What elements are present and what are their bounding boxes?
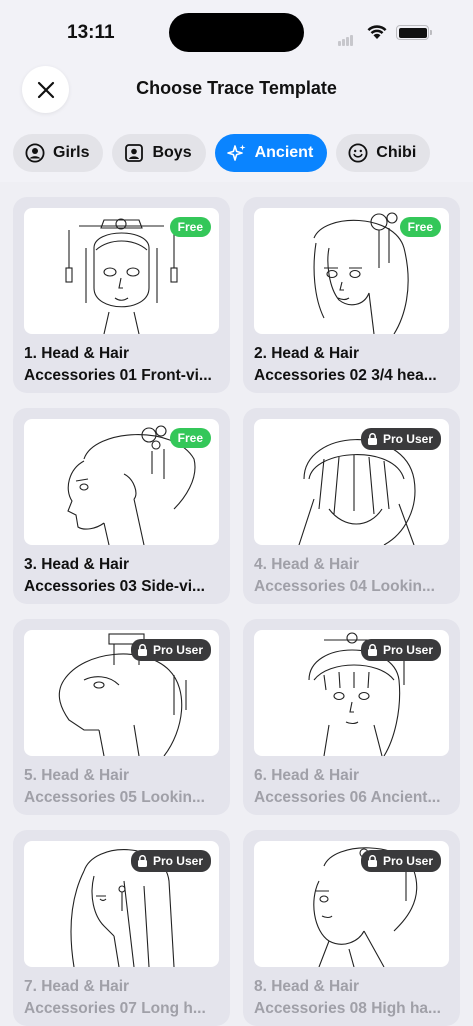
pro-badge: Pro User	[360, 850, 441, 872]
badge-label: Pro User	[382, 643, 433, 657]
person-circle-icon	[25, 143, 45, 163]
template-card[interactable]: Pro User 6. Head & Hair Accessories 06 Anc…	[243, 619, 460, 815]
template-title-line2: Accessories 01 Front-vi...	[24, 367, 212, 384]
tab-ancient[interactable]: Ancient	[214, 134, 328, 172]
page-title: Choose Trace Template	[136, 78, 337, 98]
smiley-icon	[348, 143, 368, 163]
template-title: 8. Head & Hair Accessories 08 High ha...	[254, 976, 454, 1020]
header-area: 13:11 Choose Trace Template Girls Boys A…	[0, 0, 473, 182]
template-thumbnail: Free	[254, 208, 449, 334]
template-thumbnail: Pro User	[24, 841, 219, 967]
pro-badge: Pro User	[130, 850, 211, 872]
tab-label: Chibi	[376, 144, 417, 161]
template-title-line1: 3. Head & Hair	[24, 556, 130, 573]
badge-label: Pro User	[382, 854, 433, 868]
pro-badge: Pro User	[130, 639, 211, 661]
lock-icon	[137, 855, 147, 867]
battery-icon	[396, 25, 432, 40]
template-title: 1. Head & Hair Accessories 01 Front-vi...	[24, 343, 224, 387]
status-bar: 13:11	[0, 0, 473, 60]
status-time: 13:11	[67, 22, 115, 43]
template-title: 7. Head & Hair Accessories 07 Long h...	[24, 976, 224, 1020]
template-title: 5. Head & Hair Accessories 05 Lookin...	[24, 765, 224, 809]
template-title: 4. Head & Hair Accessories 04 Lookin...	[254, 554, 454, 598]
pro-badge: Pro User	[360, 639, 441, 661]
template-thumbnail: Free	[24, 208, 219, 334]
lock-icon	[367, 433, 377, 445]
badge-label: Free	[407, 220, 433, 234]
tab-girls[interactable]: Girls	[13, 134, 104, 172]
cellular-signal-icon	[338, 28, 354, 46]
template-title: 3. Head & Hair Accessories 03 Side-vi...	[24, 554, 224, 598]
template-card[interactable]: Free 1. Head & Hair Accessories 01 Front-v…	[13, 197, 230, 393]
template-card[interactable]: Pro User 5. Head & Hair Accessories 05 Loo…	[13, 619, 230, 815]
template-title-line1: 8. Head & Hair	[254, 978, 360, 995]
template-thumbnail: Pro User	[254, 841, 449, 967]
free-badge: Free	[169, 217, 211, 237]
wifi-icon	[366, 24, 388, 45]
category-tabs: Girls Boys Ancient Chibi	[13, 134, 431, 172]
template-thumbnail: Pro User	[254, 630, 449, 756]
template-title-line1: 4. Head & Hair	[254, 556, 360, 573]
template-title-line2: Accessories 05 Lookin...	[24, 789, 205, 806]
free-badge: Free	[399, 217, 441, 237]
template-title: 6. Head & Hair Accessories 06 Ancient...	[254, 765, 454, 809]
template-title-line1: 7. Head & Hair	[24, 978, 130, 995]
template-title-line1: 5. Head & Hair	[24, 767, 130, 784]
dynamic-island	[169, 13, 304, 52]
template-title-line1: 2. Head & Hair	[254, 345, 360, 362]
tab-label: Boys	[152, 144, 192, 161]
template-title-line1: 6. Head & Hair	[254, 767, 360, 784]
lock-icon	[137, 644, 147, 656]
badge-label: Pro User	[152, 643, 203, 657]
lock-icon	[367, 644, 377, 656]
template-title-line2: Accessories 06 Ancient...	[254, 789, 441, 806]
person-square-icon	[124, 143, 144, 163]
template-title-line2: Accessories 03 Side-vi...	[24, 578, 205, 595]
template-title-line2: Accessories 08 High ha...	[254, 1000, 441, 1017]
tab-boys[interactable]: Boys	[112, 134, 206, 172]
template-card[interactable]: Pro User 4. Head & Hair Accessories 04 Loo…	[243, 408, 460, 604]
template-thumbnail: Pro User	[24, 630, 219, 756]
free-badge: Free	[169, 428, 211, 448]
pro-badge: Pro User	[360, 428, 441, 450]
template-title-line2: Accessories 02 3/4 hea...	[254, 367, 437, 384]
badge-label: Pro User	[152, 854, 203, 868]
template-card[interactable]: Free 3. Head & Hair Accessories 03 Side-vi…	[13, 408, 230, 604]
lock-icon	[367, 855, 377, 867]
badge-label: Free	[177, 431, 203, 445]
tab-label: Girls	[53, 144, 90, 161]
template-thumbnail: Free	[24, 419, 219, 545]
template-card[interactable]: Free 2. Head & Hair Accessories 02 3/4 hea…	[243, 197, 460, 393]
tab-chibi[interactable]: Chibi	[336, 134, 431, 172]
template-thumbnail: Pro User	[254, 419, 449, 545]
template-title: 2. Head & Hair Accessories 02 3/4 hea...	[254, 343, 454, 387]
template-card[interactable]: Pro User 7. Head & Hair Accessories 07 Lon…	[13, 830, 230, 1026]
sparkles-icon	[226, 143, 247, 163]
template-card[interactable]: Pro User 8. Head & Hair Accessories 08 Hig…	[243, 830, 460, 1026]
template-title-line1: 1. Head & Hair	[24, 345, 130, 362]
badge-label: Pro User	[382, 432, 433, 446]
template-title-line2: Accessories 07 Long h...	[24, 1000, 206, 1017]
badge-label: Free	[177, 220, 203, 234]
tab-label: Ancient	[254, 144, 314, 161]
template-title-line2: Accessories 04 Lookin...	[254, 578, 435, 595]
